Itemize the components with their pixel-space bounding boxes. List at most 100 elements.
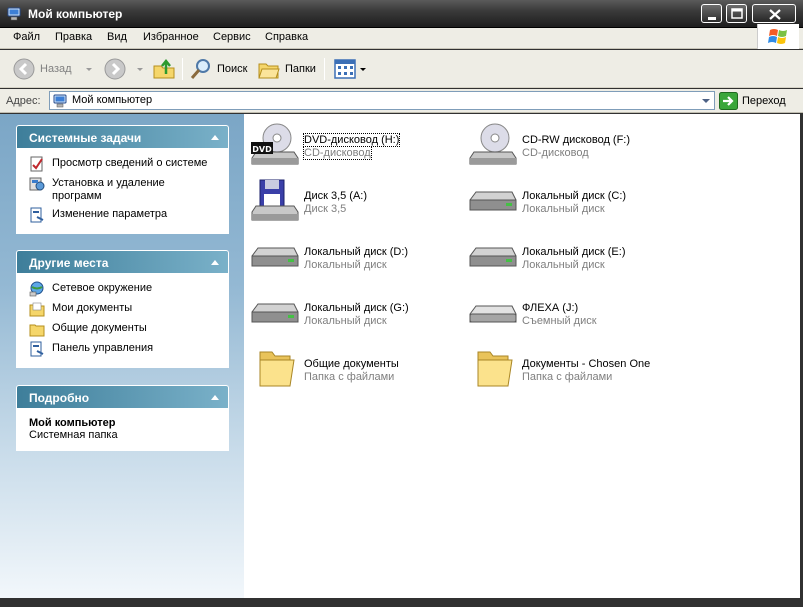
item-name: CD-RW дисковод (F:) bbox=[522, 134, 631, 146]
item-name: Локальный диск (C:) bbox=[522, 190, 627, 202]
item-name: DVD-дисковод (H:) bbox=[302, 133, 401, 147]
forward-arrow-icon bbox=[104, 58, 126, 80]
item-type: Диск 3,5 bbox=[304, 203, 347, 215]
place-control-panel[interactable]: Панель управления bbox=[29, 341, 222, 357]
item-type: Локальный диск bbox=[304, 315, 387, 327]
views-button[interactable] bbox=[333, 56, 366, 82]
place-label: Общие документы bbox=[52, 322, 147, 334]
place-my-documents[interactable]: Мои документы bbox=[29, 301, 222, 317]
views-dropdown-icon[interactable] bbox=[360, 67, 366, 71]
hard-disk-icon bbox=[469, 191, 517, 211]
network-places-icon bbox=[29, 281, 44, 297]
hard-disk-icon bbox=[251, 303, 299, 323]
maximize-icon bbox=[731, 8, 743, 19]
place-shared-documents[interactable]: Общие документы bbox=[29, 321, 222, 337]
back-dropdown-icon[interactable] bbox=[85, 67, 92, 71]
floppy-drive-icon bbox=[251, 179, 299, 221]
go-label: Переход bbox=[742, 95, 786, 107]
menu-view[interactable]: Вид bbox=[107, 31, 127, 43]
item-type: Съемный диск bbox=[522, 315, 597, 327]
maximize-button[interactable] bbox=[726, 4, 747, 23]
dvd-drive-icon: DVD bbox=[251, 123, 299, 165]
details-header[interactable]: Подробно bbox=[16, 385, 229, 408]
collapse-icon[interactable] bbox=[211, 395, 219, 400]
minimize-button[interactable] bbox=[701, 4, 722, 23]
system-tasks-panel: Системные задачи Просмотр сведений о сис… bbox=[16, 125, 229, 234]
item-name: Диск 3,5 (A:) bbox=[304, 190, 368, 202]
place-label: Панель управления bbox=[52, 342, 154, 354]
search-button[interactable]: Поиск bbox=[189, 56, 247, 82]
up-button[interactable] bbox=[152, 56, 176, 82]
drive-item-floppy[interactable]: Диск 3,5 (A:) Диск 3,5 bbox=[246, 176, 456, 226]
system-info-icon bbox=[30, 156, 43, 172]
close-icon bbox=[769, 9, 781, 20]
toolbar-separator bbox=[324, 58, 325, 80]
collapse-icon[interactable] bbox=[211, 135, 219, 140]
item-name: Документы - Chosen One bbox=[522, 358, 651, 370]
back-button[interactable]: Назад bbox=[12, 56, 92, 82]
item-name: Общие документы bbox=[304, 358, 399, 370]
folders-label: Папки bbox=[285, 63, 316, 75]
go-arrow-icon bbox=[719, 92, 738, 110]
menu-edit[interactable]: Правка bbox=[55, 31, 92, 43]
address-value: Мой компьютер bbox=[72, 94, 153, 106]
folders-icon bbox=[258, 63, 280, 79]
drive-item-g[interactable]: Локальный диск (G:) Локальный диск bbox=[246, 288, 456, 338]
folder-icon bbox=[259, 351, 295, 387]
address-dropdown-button[interactable] bbox=[697, 92, 714, 109]
control-panel-icon bbox=[30, 207, 44, 223]
search-label: Поиск bbox=[217, 63, 248, 75]
go-button[interactable]: Переход bbox=[719, 92, 786, 110]
menu-file[interactable]: Файл bbox=[13, 31, 40, 43]
system-tasks-title: Системные задачи bbox=[29, 131, 142, 145]
place-label: Мои документы bbox=[52, 302, 133, 314]
task-change-setting[interactable]: Изменение параметра bbox=[29, 207, 222, 223]
drive-item-e[interactable]: Локальный диск (E:) Локальный диск bbox=[464, 232, 674, 282]
item-type: Папка с файлами bbox=[522, 371, 613, 383]
item-type: Локальный диск bbox=[304, 259, 387, 271]
task-label: Установка и удаление программ bbox=[52, 177, 165, 202]
forward-dropdown-icon[interactable] bbox=[137, 67, 143, 71]
item-type: CD-дисковод bbox=[303, 146, 372, 160]
back-label: Назад bbox=[40, 63, 72, 75]
folder-up-icon bbox=[153, 58, 175, 79]
search-icon bbox=[190, 59, 210, 79]
folder-item-chosen-one-documents[interactable]: Документы - Chosen One Папка с файлами bbox=[464, 344, 674, 394]
details-name: Мой компьютер bbox=[29, 417, 116, 429]
title-bar[interactable]: Мой компьютер bbox=[0, 0, 803, 28]
menu-help[interactable]: Справка bbox=[265, 31, 308, 43]
drive-item-dvd[interactable]: DVD DVD-дисковод (H:) CD-дисковод bbox=[246, 120, 456, 170]
cd-drive-icon bbox=[469, 123, 517, 165]
other-places-panel: Другие места Сетевое окружение Мои докум… bbox=[16, 250, 229, 368]
collapse-icon[interactable] bbox=[211, 260, 219, 265]
add-remove-programs-icon bbox=[29, 177, 45, 191]
system-tasks-header[interactable]: Системные задачи bbox=[16, 125, 229, 148]
menu-favorites[interactable]: Избранное bbox=[143, 31, 199, 43]
menu-bar: Файл Правка Вид Избранное Сервис Справка bbox=[0, 28, 803, 49]
my-computer-icon bbox=[7, 7, 21, 21]
forward-button[interactable] bbox=[103, 56, 143, 82]
folder-item-shared-documents[interactable]: Общие документы Папка с файлами bbox=[246, 344, 456, 394]
place-label: Сетевое окружение bbox=[52, 282, 153, 294]
drive-item-d[interactable]: Локальный диск (D:) Локальный диск bbox=[246, 232, 456, 282]
drive-item-cdrw[interactable]: CD-RW дисковод (F:) CD-дисковод bbox=[464, 120, 674, 170]
file-view[interactable]: DVD DVD-дисковод (H:) CD-дисковод CD-RW … bbox=[244, 114, 800, 598]
item-name: Локальный диск (D:) bbox=[304, 246, 409, 258]
task-add-remove-programs[interactable]: Установка и удаление программ bbox=[29, 176, 222, 203]
details-panel: Подробно Мой компьютер Системная папка bbox=[16, 385, 229, 451]
drive-item-c[interactable]: Локальный диск (C:) Локальный диск bbox=[464, 176, 674, 226]
close-button[interactable] bbox=[752, 4, 796, 23]
item-type: Локальный диск bbox=[522, 203, 605, 215]
other-places-title: Другие места bbox=[29, 256, 109, 270]
place-network[interactable]: Сетевое окружение bbox=[29, 281, 222, 297]
folders-button[interactable]: Папки bbox=[257, 56, 316, 82]
address-label: Адрес: bbox=[6, 95, 41, 107]
task-view-system-info[interactable]: Просмотр сведений о системе bbox=[29, 156, 222, 172]
windows-logo bbox=[757, 24, 799, 49]
address-input[interactable]: Мой компьютер bbox=[49, 91, 715, 110]
drive-item-removable[interactable]: ФЛЕХА (J:) Съемный диск bbox=[464, 288, 674, 338]
menu-tools[interactable]: Сервис bbox=[213, 31, 251, 43]
item-type: Папка с файлами bbox=[304, 371, 395, 383]
other-places-header[interactable]: Другие места bbox=[16, 250, 229, 273]
item-name: Локальный диск (E:) bbox=[522, 246, 626, 258]
